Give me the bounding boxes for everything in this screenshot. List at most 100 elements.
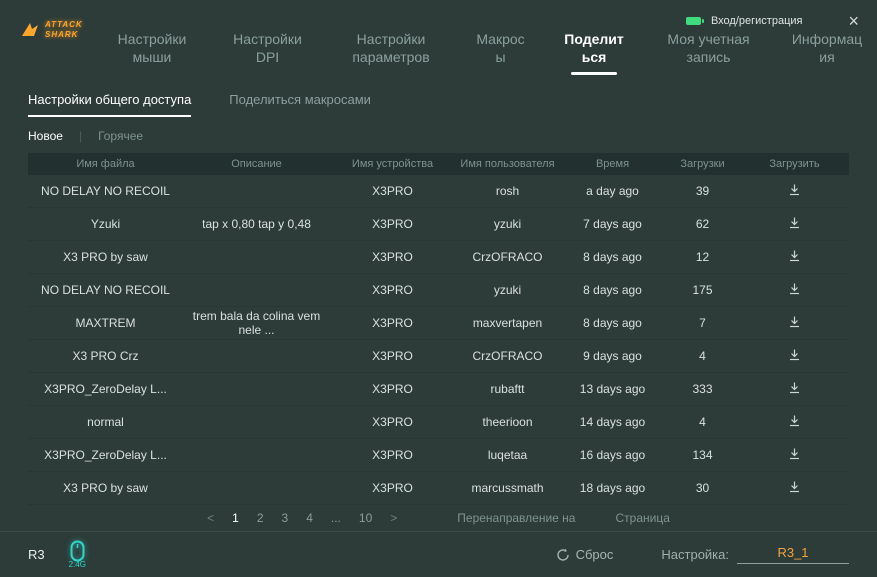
table-row: normal X3PRO theerioon 14 days ago 4 — [28, 406, 849, 439]
brand-logo: ATTACK SHARK — [20, 20, 97, 41]
cell-downloads: 39 — [665, 184, 740, 198]
tab-share-macros[interactable]: Поделиться макросами — [229, 92, 371, 117]
table-row: X3PRO_ZeroDelay L... X3PRO luqetaa 16 da… — [28, 439, 849, 472]
nav-item-info[interactable]: Информация — [791, 30, 863, 67]
reset-label: Сброс — [576, 547, 614, 562]
table-row: X3 PRO by saw X3PRO marcussmath 18 days … — [28, 472, 849, 505]
download-button[interactable] — [782, 247, 807, 267]
cell-time: 7 days ago — [560, 217, 665, 231]
cell-user-name: marcussmath — [455, 481, 560, 495]
footer-bar: R3 2.4G Сброс Настройка: — [0, 531, 877, 577]
tab-share-settings[interactable]: Настройки общего доступа — [28, 92, 191, 117]
page-ellipsis: ... — [331, 511, 341, 525]
setting-name-input[interactable] — [737, 545, 849, 564]
filter-hot[interactable]: Горячее — [98, 129, 143, 143]
page-number[interactable]: 2 — [257, 511, 264, 525]
redirect-label: Перенаправление на — [457, 511, 575, 525]
download-icon — [788, 447, 801, 460]
cell-time: 8 days ago — [560, 316, 665, 330]
download-button[interactable] — [782, 445, 807, 465]
page-list: 1 2 3 4 ... 10 — [232, 511, 372, 525]
download-icon — [788, 414, 801, 427]
table-row: X3 PRO by saw X3PRO CrzOFRACO 8 days ago… — [28, 241, 849, 274]
nav-item-mouse-settings[interactable]: Настройки мыши — [112, 30, 192, 67]
cell-file-name: NO DELAY NO RECOIL — [28, 184, 183, 198]
download-icon — [788, 282, 801, 295]
download-button[interactable] — [782, 379, 807, 399]
table-row: X3PRO_ZeroDelay L... X3PRO rubaftt 13 da… — [28, 373, 849, 406]
table-row: X3 PRO Crz X3PRO CrzOFRACO 9 days ago 4 — [28, 340, 849, 373]
table-row: NO DELAY NO RECOIL X3PRO yzuki 8 days ag… — [28, 274, 849, 307]
filter-row: Новое | Горячее — [28, 129, 849, 143]
nav-item-share[interactable]: Поделиться — [562, 30, 626, 75]
cell-time: 16 days ago — [560, 448, 665, 462]
cell-device-name: X3PRO — [330, 448, 455, 462]
cell-file-name: normal — [28, 415, 183, 429]
top-right-cluster: Вход/регистрация × — [686, 12, 859, 30]
header: ATTACK SHARK Вход/регистрация × Настройк… — [0, 0, 877, 82]
cell-file-name: X3 PRO by saw — [28, 481, 183, 495]
page-number[interactable]: 10 — [359, 511, 372, 525]
download-button[interactable] — [782, 412, 807, 432]
page-number[interactable]: 3 — [282, 511, 289, 525]
download-button[interactable] — [782, 313, 807, 333]
cell-downloads: 333 — [665, 382, 740, 396]
prev-page-arrow[interactable]: < — [207, 511, 214, 525]
filter-new[interactable]: Новое — [28, 129, 63, 143]
cell-downloads: 134 — [665, 448, 740, 462]
cell-user-name: luqetaa — [455, 448, 560, 462]
cell-device-name: X3PRO — [330, 250, 455, 264]
download-button[interactable] — [782, 280, 807, 300]
page-number[interactable]: 1 — [232, 511, 239, 525]
download-icon — [788, 315, 801, 328]
download-icon — [788, 249, 801, 262]
column-header-description: Описание — [183, 158, 330, 170]
nav-item-account[interactable]: Моя учетная запись — [662, 30, 756, 67]
cell-user-name: maxvertapen — [455, 316, 560, 330]
nav-item-parameter-settings[interactable]: Настройки параметров — [343, 30, 439, 67]
download-button[interactable] — [782, 214, 807, 234]
column-header-file-name: Имя файла — [28, 158, 183, 170]
cell-file-name: MAXTREM — [28, 316, 183, 330]
table-row: MAXTREM trem bala da colina vem nele ...… — [28, 307, 849, 340]
column-header-time: Время — [560, 158, 665, 170]
page-number[interactable]: 4 — [306, 511, 313, 525]
brand-name: ATTACK SHARK — [45, 20, 97, 41]
cell-downloads: 30 — [665, 481, 740, 495]
login-link[interactable]: Вход/регистрация — [711, 15, 803, 27]
cell-time: 14 days ago — [560, 415, 665, 429]
cell-file-name: X3 PRO by saw — [28, 250, 183, 264]
download-icon — [788, 348, 801, 361]
cell-file-name: Yzuki — [28, 217, 183, 231]
cell-device-name: X3PRO — [330, 184, 455, 198]
cell-downloads: 4 — [665, 415, 740, 429]
cell-downloads: 62 — [665, 217, 740, 231]
cell-time: 13 days ago — [560, 382, 665, 396]
nav-item-dpi-settings[interactable]: Настройки DPI — [228, 30, 308, 67]
cell-downloads: 175 — [665, 283, 740, 297]
filter-divider: | — [79, 129, 82, 143]
download-button[interactable] — [782, 181, 807, 201]
cell-device-name: X3PRO — [330, 217, 455, 231]
download-button[interactable] — [782, 478, 807, 498]
cell-time: 9 days ago — [560, 349, 665, 363]
cell-device-name: X3PRO — [330, 349, 455, 363]
cell-description: tap x 0,80 tap y 0,48 — [183, 217, 330, 231]
cell-downloads: 12 — [665, 250, 740, 264]
download-button[interactable] — [782, 346, 807, 366]
cell-user-name: yzuki — [455, 217, 560, 231]
cell-device-name: X3PRO — [330, 316, 455, 330]
cell-device-name: X3PRO — [330, 283, 455, 297]
reset-button[interactable]: Сброс — [556, 547, 614, 562]
nav-item-macros[interactable]: Макросы — [475, 30, 527, 67]
close-icon[interactable]: × — [848, 12, 859, 30]
profile-name: R3 — [28, 547, 45, 562]
cell-time: 8 days ago — [560, 250, 665, 264]
cell-downloads: 7 — [665, 316, 740, 330]
cell-time: 8 days ago — [560, 283, 665, 297]
download-icon — [788, 381, 801, 394]
next-page-arrow[interactable]: > — [390, 511, 397, 525]
shark-logo-icon — [20, 22, 40, 38]
cell-user-name: rubaftt — [455, 382, 560, 396]
cell-device-name: X3PRO — [330, 382, 455, 396]
